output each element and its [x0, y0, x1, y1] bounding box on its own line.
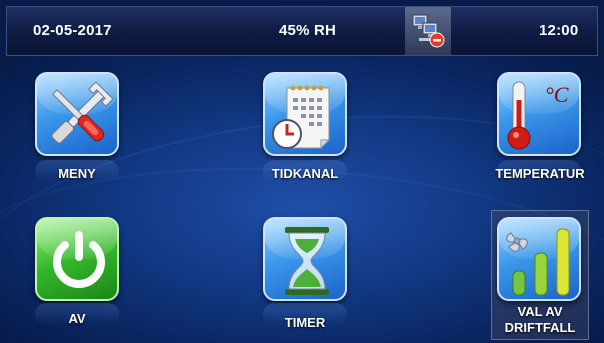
- timer-label: TIMER: [284, 315, 326, 330]
- tools-icon: [51, 81, 114, 144]
- meny-label: MENY: [58, 166, 96, 181]
- driftfall-label-line1: VAL AV: [517, 304, 563, 319]
- fan-levels-icon: [506, 228, 570, 296]
- av-reflection: [35, 303, 119, 325]
- screen: 02-05-2017 45% RH 12:00 MENY TIDKANAL °C…: [0, 0, 604, 343]
- driftfall-label-line2: DRIFTFALL: [504, 320, 576, 335]
- power-icon: [53, 231, 105, 288]
- thermometer-icon: [507, 81, 531, 150]
- driftfall-selection-highlight: [491, 210, 589, 340]
- val-av-driftfall-button[interactable]: [497, 217, 581, 301]
- tidkanal-label: TIDKANAL: [271, 166, 339, 181]
- calendar-clock-icon: [272, 85, 331, 150]
- av-button[interactable]: [35, 217, 119, 301]
- temperatur-label: TEMPERATUR: [495, 166, 585, 181]
- timer-button[interactable]: [263, 217, 347, 301]
- network-disconnected-icon[interactable]: [405, 7, 451, 55]
- driftfall-label: VAL AV DRIFTFALL: [491, 304, 589, 336]
- celsius-unit: °C: [545, 82, 569, 107]
- status-bar: 02-05-2017 45% RH 12:00: [6, 6, 598, 56]
- temperatur-button[interactable]: °C: [497, 72, 581, 156]
- hourglass-icon: [285, 227, 329, 295]
- tidkanal-button[interactable]: [263, 72, 347, 156]
- av-label: AV: [68, 311, 86, 326]
- time-display: 12:00: [539, 22, 579, 39]
- timer-reflection: [263, 303, 347, 325]
- humidity-display: 45% RH: [279, 22, 337, 39]
- date-display: 02-05-2017: [33, 22, 112, 39]
- meny-button[interactable]: [35, 72, 119, 156]
- tidkanal-reflection: [263, 160, 347, 182]
